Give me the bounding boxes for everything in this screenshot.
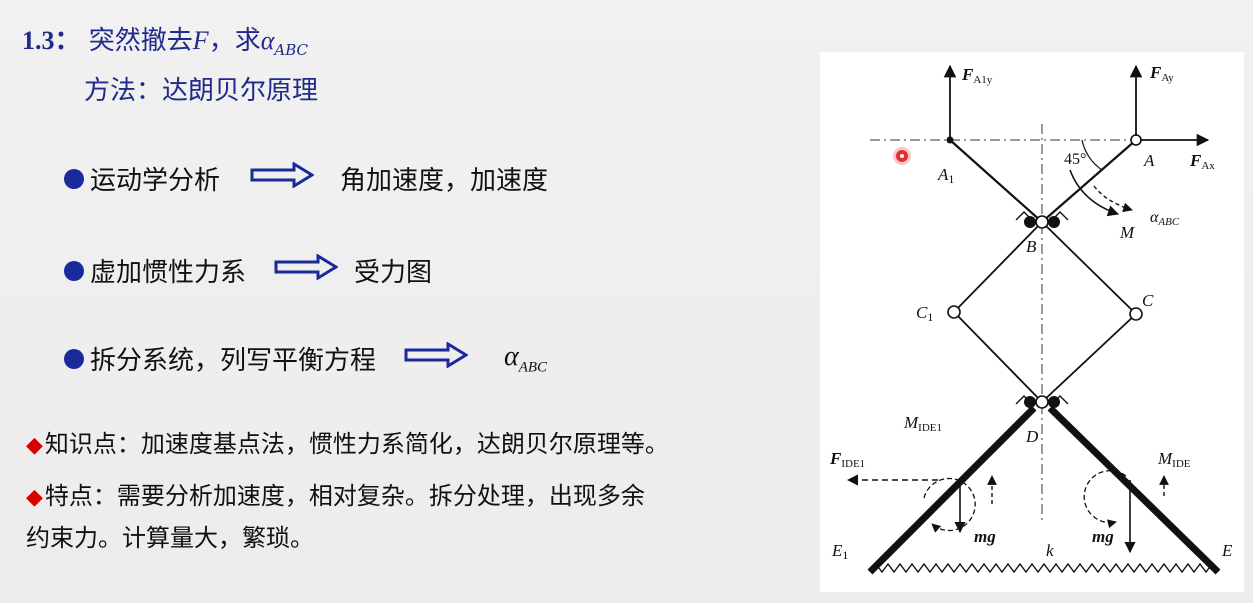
joint-c (1129, 307, 1143, 321)
label-mg-left: mg (974, 527, 996, 546)
label-alpha-abc: αABC (1150, 209, 1180, 228)
inertia-moment-ide1-arc (923, 477, 976, 533)
label-fay: FAy (1149, 63, 1174, 84)
label-m: M (1119, 223, 1135, 242)
label-c1: C1 (916, 303, 933, 324)
laser-pointer-icon (896, 150, 908, 162)
title-alpha-symbol: α (260, 26, 275, 55)
joint-d (1035, 395, 1049, 409)
bullet-result-alpha: αABC (504, 340, 548, 376)
title-comma-text: ，求 (208, 26, 261, 56)
label-angle-45: 45° (1064, 151, 1086, 168)
bar-d-e (1047, 405, 1221, 575)
label-mide: MIDE (1157, 449, 1191, 470)
knowledge-points: ◆知识点：加速度基点法，惯性力系简化，达朗贝尔原理等。 (26, 424, 806, 466)
label-c: C (1142, 291, 1154, 310)
bullet-dot-icon (64, 260, 84, 281)
hollow-arrow-icon (250, 161, 315, 195)
bullet-split-system: 拆分系统，列写平衡方程 αABC (64, 340, 547, 377)
label-fide1: FIDE1 (829, 449, 865, 470)
mechanism-svg: FA1y FAy FAx A1 A 45° αABC M B C1 C D MI… (829, 63, 1233, 575)
label-a1: A1 (937, 165, 954, 186)
label-e: E (1221, 541, 1233, 560)
joint-a (1130, 134, 1142, 146)
link-a-b (1041, 139, 1137, 223)
bullet-label: 虚加惯性力系 (90, 258, 247, 288)
method-line: 方法：达朗贝尔原理 (84, 76, 319, 106)
bullet-result: 角加速度，加速度 (340, 166, 549, 196)
label-k: k (1046, 541, 1054, 560)
bullet-inertia: 虚加惯性力系 受力图 (64, 252, 432, 289)
spring-k (869, 562, 1219, 574)
label-a: A (1143, 151, 1155, 170)
label-fa1y: FA1y (961, 65, 993, 86)
features-text-line1: 特点：需要分析加速度，相对复杂。拆分处理，出现多余 (44, 482, 645, 510)
bullet-result: 受力图 (354, 258, 433, 288)
joint-c1 (947, 305, 961, 319)
label-e1: E1 (831, 541, 848, 562)
label-mide1: MIDE1 (903, 413, 942, 434)
features-text-line2: 约束力。计算量大，繁琐。 (26, 524, 314, 552)
joint-b (1035, 215, 1049, 229)
hollow-arrow-icon (404, 341, 469, 375)
label-d: D (1025, 427, 1039, 446)
knowledge-text: 知识点：加速度基点法，惯性力系简化，达朗贝尔原理等。 (44, 430, 669, 458)
section-number: 1.3： (22, 26, 81, 55)
mechanism-diagram: FA1y FAy FAx A1 A 45° αABC M B C1 C D MI… (820, 52, 1244, 592)
red-diamond-icon: ◆ (26, 433, 43, 458)
label-fax: FAx (1189, 151, 1215, 172)
bullet-label: 拆分系统，列写平衡方程 (90, 346, 377, 376)
bullet-kinematics: 运动学分析 角加速度，加速度 (64, 160, 548, 197)
title-alpha-subscript: ABC (274, 41, 308, 60)
title-force-symbol: F (192, 26, 209, 55)
link-c1-d (953, 311, 1043, 403)
label-b: B (1026, 237, 1037, 256)
label-mg-right: mg (1092, 527, 1114, 546)
features: ◆特点：需要分析加速度，相对复杂。拆分处理，出现多余 约束力。计算量大，繁琐。 (26, 476, 806, 558)
bullet-dot-icon (64, 348, 84, 369)
link-c-d (1041, 313, 1137, 403)
link-a1-b (949, 139, 1043, 223)
bar-d-e1 (867, 405, 1037, 575)
hollow-arrow-icon (274, 253, 339, 287)
title-text: 突然撤去 (88, 26, 193, 56)
bullet-label: 运动学分析 (90, 166, 221, 196)
section-title: 1.3： 突然撤去F，求αABC (22, 20, 308, 59)
red-diamond-icon: ◆ (26, 485, 43, 510)
link-b-c1 (953, 221, 1043, 313)
bullet-dot-icon (64, 168, 84, 189)
